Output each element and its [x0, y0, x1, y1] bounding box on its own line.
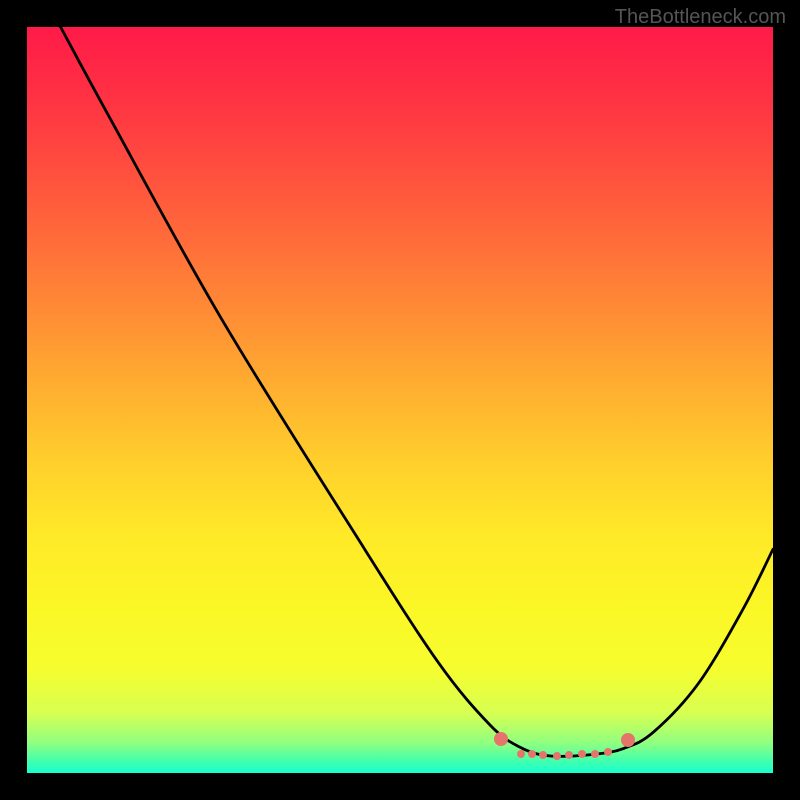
marker-dot [528, 750, 536, 758]
marker-dot [553, 752, 561, 760]
marker-dot [604, 748, 612, 756]
marker-dot [539, 751, 547, 759]
marker-dot [621, 733, 635, 747]
marker-dot [565, 751, 573, 759]
plot-area [27, 27, 773, 773]
watermark-text: TheBottleneck.com [615, 6, 786, 29]
marker-dot [591, 750, 599, 758]
marker-dot [578, 750, 586, 758]
marker-dot [517, 750, 525, 758]
marker-dots-layer [27, 27, 773, 773]
marker-dot [494, 732, 508, 746]
